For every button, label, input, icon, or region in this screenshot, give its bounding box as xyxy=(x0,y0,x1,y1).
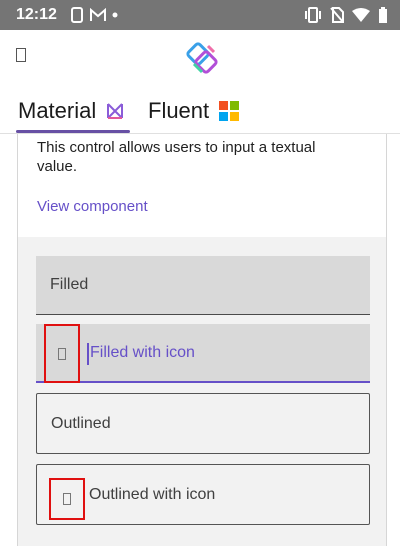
icon-highlight-box xyxy=(44,324,80,383)
outlined-with-icon-textbox[interactable]: Outlined with icon xyxy=(36,464,370,525)
tab-bar: Material Fluent xyxy=(0,88,400,134)
tab-material-label: Material xyxy=(18,98,97,123)
filled-textbox[interactable]: Filled xyxy=(36,256,370,315)
textbox-samples: Filled Filled with icon Outlined Outline… xyxy=(18,237,386,546)
tab-material[interactable]: Material xyxy=(18,88,124,134)
outlined-placeholder: Outlined xyxy=(51,414,111,432)
no-sim-icon xyxy=(330,7,344,23)
text-caret xyxy=(87,343,89,365)
app-bar xyxy=(0,30,400,88)
tab-fluent-label: Fluent xyxy=(148,98,210,123)
menu-icon[interactable] xyxy=(16,48,26,62)
view-component-link[interactable]: View component xyxy=(37,198,148,215)
filled-with-icon-textbox[interactable]: Filled with icon xyxy=(36,324,370,383)
tab-fluent[interactable]: Fluent xyxy=(148,88,240,134)
windows-logo-icon xyxy=(219,101,240,121)
screenshot-icon xyxy=(71,7,83,23)
wifi-icon xyxy=(352,8,370,22)
filled-with-icon-placeholder: Filled with icon xyxy=(90,344,195,361)
outlined-textbox[interactable]: Outlined xyxy=(36,393,370,454)
gmail-icon xyxy=(90,8,106,21)
status-bar: 12:12 xyxy=(0,0,400,30)
material-logo-icon xyxy=(107,103,124,119)
component-description: This control allows users to input a tex… xyxy=(37,139,316,175)
textbox-leading-icon xyxy=(63,493,71,505)
dot-icon xyxy=(112,12,118,18)
component-card: This control allows users to input a tex… xyxy=(17,134,387,546)
filled-placeholder: Filled xyxy=(50,276,89,293)
uno-platform-logo-icon xyxy=(186,42,218,74)
textbox-leading-icon xyxy=(58,347,66,360)
vibrate-icon xyxy=(305,7,321,23)
status-time: 12:12 xyxy=(16,6,57,23)
icon-highlight-box xyxy=(49,478,85,520)
battery-icon xyxy=(379,7,387,23)
outlined-with-icon-placeholder: Outlined with icon xyxy=(89,486,216,503)
